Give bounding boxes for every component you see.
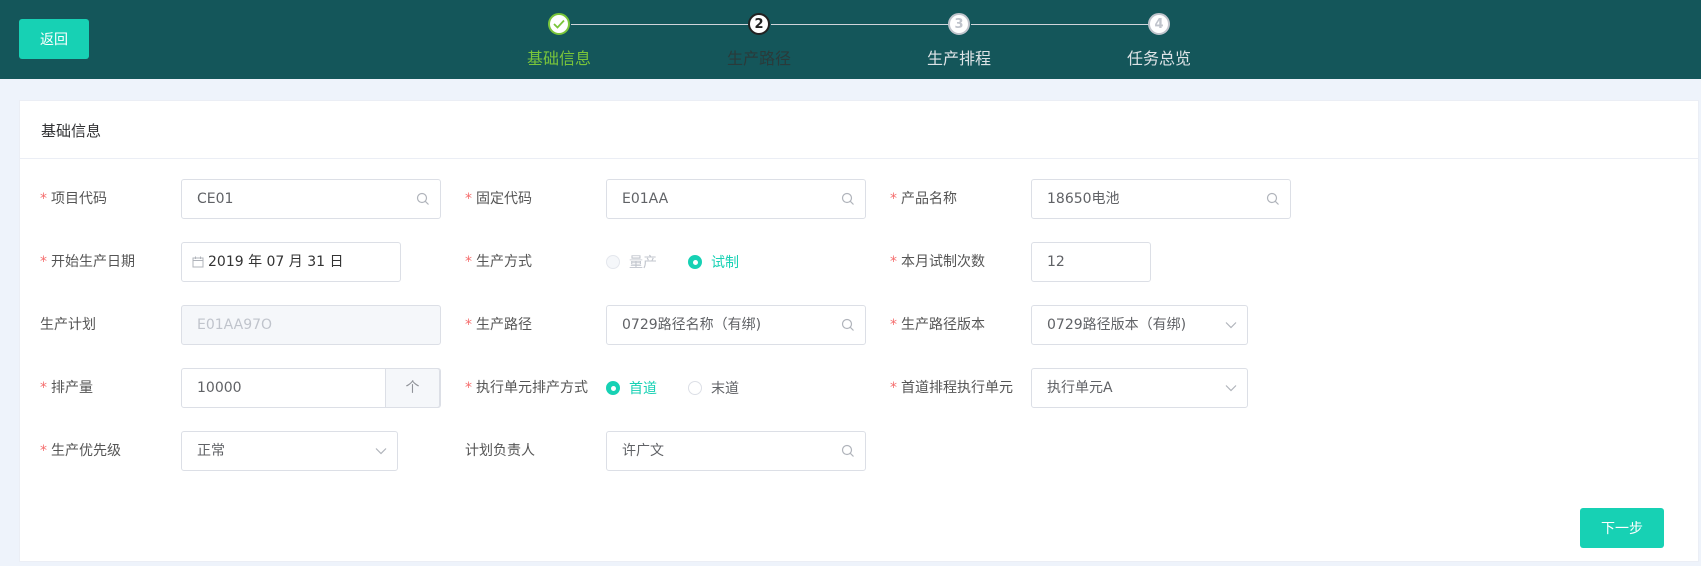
path-version-select[interactable]: 0729路径版本（有绑) bbox=[1031, 305, 1248, 345]
first-exec-unit-label: * 首道排程执行单元 bbox=[890, 380, 1013, 396]
trial-count-input[interactable]: 12 bbox=[1031, 242, 1151, 282]
back-button[interactable]: 返回 bbox=[19, 19, 89, 59]
step-1-check-icon bbox=[548, 13, 570, 35]
planner-label: 计划负责人 bbox=[465, 443, 535, 459]
step-2-number: 2 bbox=[748, 13, 770, 35]
first-exec-unit-select[interactable]: 执行单元A bbox=[1031, 368, 1248, 408]
search-icon[interactable] bbox=[416, 180, 430, 218]
radio-first-step[interactable]: 首道 bbox=[606, 378, 657, 398]
card-title: 基础信息 bbox=[41, 122, 102, 140]
search-icon[interactable] bbox=[1266, 180, 1280, 218]
step-connector bbox=[771, 24, 952, 25]
search-icon[interactable] bbox=[841, 306, 855, 344]
schedule-qty-input[interactable]: 10000 个 bbox=[181, 368, 441, 408]
step-4-number: 4 bbox=[1148, 13, 1170, 35]
product-name-input[interactable]: 18650电池 bbox=[1031, 179, 1291, 219]
chevron-down-icon bbox=[1225, 369, 1237, 407]
radio-mass-production[interactable]: 量产 bbox=[606, 252, 657, 272]
next-step-button[interactable]: 下一步 bbox=[1580, 508, 1664, 548]
trial-count-label: * 本月试制次数 bbox=[890, 254, 985, 270]
production-path-input[interactable]: 0729路径名称（有绑) bbox=[606, 305, 866, 345]
fixed-code-label: * 固定代码 bbox=[465, 191, 532, 207]
step-3-number: 3 bbox=[948, 13, 970, 35]
schedule-qty-label: * 排产量 bbox=[40, 380, 93, 396]
start-date-picker[interactable]: 2019 年 07 月 31 日 bbox=[181, 242, 401, 282]
production-plan-label: 生产计划 bbox=[40, 317, 96, 333]
exec-mode-label: * 执行单元排产方式 bbox=[465, 380, 588, 396]
path-version-label: * 生产路径版本 bbox=[890, 317, 985, 333]
search-icon[interactable] bbox=[841, 180, 855, 218]
step-connector bbox=[971, 24, 1152, 25]
project-code-label: * 项目代码 bbox=[40, 191, 107, 207]
basic-info-card: 基础信息 * 项目代码 CE01 * 固定代码 E01AA * 产品名称 18650电… bbox=[19, 100, 1699, 562]
step-1-label: 基础信息 bbox=[526, 49, 591, 68]
product-name-label: * 产品名称 bbox=[890, 191, 957, 207]
chevron-down-icon bbox=[1225, 306, 1237, 344]
calendar-icon bbox=[192, 256, 204, 268]
production-mode-label: * 生产方式 bbox=[465, 254, 532, 270]
step-4-label: 任务总览 bbox=[1126, 49, 1191, 68]
project-code-input[interactable]: CE01 bbox=[181, 179, 441, 219]
unit-append: 个 bbox=[385, 368, 440, 408]
step-connector bbox=[571, 24, 752, 25]
priority-select[interactable]: 正常 bbox=[181, 431, 398, 471]
search-icon[interactable] bbox=[841, 432, 855, 470]
step-3-label: 生产排程 bbox=[926, 49, 991, 68]
radio-trial-production[interactable]: 试制 bbox=[688, 252, 739, 272]
radio-last-step[interactable]: 末道 bbox=[688, 378, 739, 398]
chevron-down-icon bbox=[375, 432, 387, 470]
start-date-label: * 开始生产日期 bbox=[40, 254, 135, 270]
fixed-code-input[interactable]: E01AA bbox=[606, 179, 866, 219]
priority-label: * 生产优先级 bbox=[40, 443, 121, 459]
planner-input[interactable]: 许广文 bbox=[606, 431, 866, 471]
step-2-label: 生产路径 bbox=[726, 49, 791, 68]
top-header: 返回 基础信息 2 生产路径 3 生产排程 4 任务总览 bbox=[0, 0, 1701, 79]
production-plan-input[interactable]: E01AA97O bbox=[181, 305, 441, 345]
production-path-label: * 生产路径 bbox=[465, 317, 532, 333]
card-divider bbox=[20, 158, 1698, 159]
